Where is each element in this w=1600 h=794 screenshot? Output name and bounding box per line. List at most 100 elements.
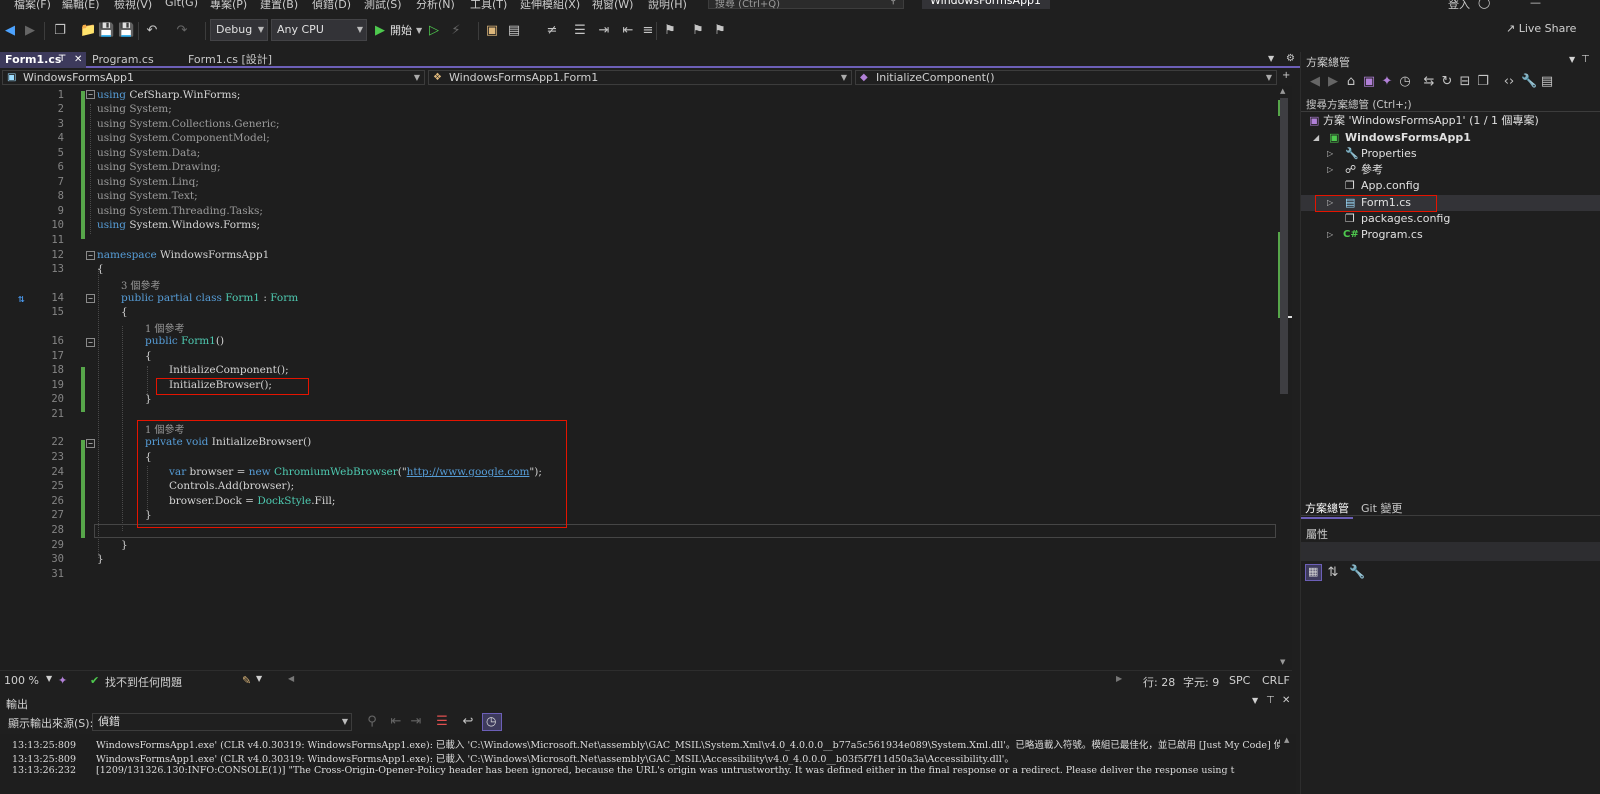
settings-icon[interactable]: ⚙: [1286, 53, 1295, 64]
menu-help[interactable]: 說明(H): [648, 0, 687, 10]
save-all-icon[interactable]: 💾: [118, 23, 134, 39]
menu-tools[interactable]: 工具(T): [470, 0, 507, 10]
code-url-link[interactable]: http://www.google.com: [407, 466, 530, 478]
collapse-all-icon[interactable]: ⊟: [1457, 74, 1473, 90]
tab-form1-cs[interactable]: Form1.cs ⊤ ✕: [0, 52, 86, 68]
scroll-down-icon[interactable]: ▼: [1280, 658, 1285, 666]
menu-git[interactable]: Git(G): [165, 0, 198, 9]
column-indicator[interactable]: 字元: 9: [1183, 674, 1219, 690]
format-icon[interactable]: ≡: [640, 23, 656, 39]
fold-toggle[interactable]: −: [86, 251, 95, 260]
menu-project[interactable]: 專案(P): [210, 0, 247, 10]
solution-search-input[interactable]: 搜尋方案總管 (Ctrl+;): [1301, 94, 1600, 112]
output-scrollbar[interactable]: ▲: [1280, 734, 1296, 794]
save-icon[interactable]: 💾: [98, 23, 114, 39]
tab-overflow-icon[interactable]: ▼: [1268, 54, 1274, 63]
word-wrap-icon[interactable]: ↩: [460, 714, 476, 730]
config-select[interactable]: Debug ▼: [210, 19, 268, 41]
menu-debug[interactable]: 偵錯(D): [312, 0, 351, 10]
tab-program-cs[interactable]: Program.cs: [87, 52, 177, 68]
tab-git-changes[interactable]: Git 變更: [1357, 499, 1406, 517]
start-icon[interactable]: ▶: [372, 23, 388, 39]
chevron-down-icon[interactable]: ▼: [1569, 55, 1575, 64]
view-code-icon[interactable]: ‹›: [1501, 74, 1517, 90]
member-dropdown[interactable]: ◆ InitializeComponent() ▼: [855, 70, 1277, 85]
tree-item-app-config[interactable]: ❐ App.config: [1301, 178, 1600, 194]
open-folder-icon[interactable]: 📁: [80, 23, 96, 39]
chevron-down-icon[interactable]: ▼: [1252, 696, 1258, 705]
comment-icon[interactable]: ☰: [572, 23, 588, 39]
hscroll-left-icon[interactable]: ◀: [288, 674, 294, 683]
close-icon[interactable]: ✕: [74, 52, 82, 67]
fold-toggle[interactable]: −: [86, 338, 95, 347]
categorized-button[interactable]: ▦: [1305, 564, 1322, 581]
sync-icon[interactable]: ⇆: [1421, 74, 1437, 90]
codelens-references[interactable]: 3 個參考: [121, 277, 161, 292]
editor-scrollbar[interactable]: ▲ ▼: [1276, 86, 1292, 670]
close-icon[interactable]: ✕: [1282, 695, 1290, 706]
next-message-icon[interactable]: ⇥: [408, 714, 424, 730]
implementation-icon[interactable]: ⇅: [18, 292, 25, 305]
codelens-references[interactable]: 1 個參考: [145, 421, 185, 436]
undo-icon[interactable]: ↶: [144, 23, 160, 39]
outdent-icon[interactable]: ⇤: [620, 23, 636, 39]
hscroll-right-icon[interactable]: ▶: [1116, 674, 1122, 683]
fold-toggle[interactable]: −: [86, 294, 95, 303]
start-without-debug-icon[interactable]: ▷: [426, 23, 442, 39]
bookmark-icon[interactable]: ⚑: [662, 23, 678, 39]
back-icon[interactable]: ◀: [1307, 74, 1323, 90]
fold-toggle[interactable]: −: [86, 439, 95, 448]
git-icon[interactable]: ✦: [1379, 74, 1395, 90]
expanded-arrow-icon[interactable]: ◢: [1313, 130, 1319, 146]
alphabetical-icon[interactable]: ⇅: [1325, 565, 1341, 581]
issues-status[interactable]: 找不到任何問題: [105, 674, 182, 690]
forward-icon[interactable]: ▶: [1325, 74, 1341, 90]
scroll-up-icon[interactable]: ▲: [1280, 87, 1285, 95]
split-icon[interactable]: +: [1282, 70, 1290, 81]
menu-extensions[interactable]: 延伸模組(X): [520, 0, 580, 10]
switch-views-icon[interactable]: ▣: [1361, 74, 1377, 90]
prev-message-icon[interactable]: ⇤: [388, 714, 404, 730]
login-link[interactable]: 登入: [1448, 0, 1470, 10]
class-dropdown[interactable]: ❖ WindowsFormsApp1.Form1 ▼: [428, 70, 852, 85]
line-ending-indicator[interactable]: CRLF: [1262, 674, 1290, 687]
fold-toggle[interactable]: −: [86, 90, 95, 99]
tree-item-references[interactable]: ▷ ☍ 參考: [1301, 162, 1600, 178]
scroll-up-icon[interactable]: ▲: [1284, 736, 1289, 744]
back-icon[interactable]: ◀: [2, 23, 18, 39]
menu-search-input[interactable]: 搜尋 (Ctrl+Q) ⚲: [708, 0, 904, 10]
tab-form1-designer[interactable]: Form1.cs [設計]: [183, 52, 283, 68]
line-indicator[interactable]: 行: 28: [1143, 674, 1175, 690]
chevron-down-icon[interactable]: ▼: [416, 26, 422, 35]
tree-item-project[interactable]: ◢ ▣ WindowsFormsApp1: [1301, 130, 1600, 146]
tree-item-program-cs[interactable]: ▷ C# Program.cs: [1301, 227, 1600, 243]
pending-changes-icon[interactable]: ◷: [1397, 74, 1413, 90]
menu-window[interactable]: 視窗(W): [592, 0, 633, 10]
chevron-down-icon[interactable]: ▼: [256, 674, 262, 683]
output-text-area[interactable]: 13:13:25:809 WindowsFormsApp1.exe' (CLR …: [0, 734, 1280, 794]
new-project-icon[interactable]: ❐: [52, 23, 68, 39]
spellcheck-icon[interactable]: ≠: [544, 23, 560, 39]
redo-icon[interactable]: ↷: [174, 23, 190, 39]
tab-solution-explorer[interactable]: 方案總管: [1301, 499, 1353, 519]
code-editor[interactable]: 1 2 3 4 5 6 7 8 9 10 11 12 13 14 15 16 17 18 19 20 21 22 23 24 2…: [0, 86, 1292, 670]
minimize-icon[interactable]: —: [1530, 0, 1541, 9]
property-pages-icon[interactable]: 🔧: [1349, 565, 1365, 581]
show-all-files-icon[interactable]: ❐: [1475, 74, 1491, 90]
project-dropdown[interactable]: ▣ WindowsFormsApp1 ▼: [2, 70, 425, 85]
platform-select[interactable]: Any CPU ▼: [271, 19, 367, 41]
layout-icon[interactable]: ▤: [506, 23, 522, 39]
forward-icon[interactable]: ▶: [22, 23, 38, 39]
menu-file[interactable]: 檔案(F): [14, 0, 51, 10]
hot-reload-icon[interactable]: ⚡: [448, 23, 464, 39]
collapsed-arrow-icon[interactable]: ▷: [1327, 146, 1333, 162]
bookmark-prev-icon[interactable]: ⚑: [690, 23, 706, 39]
zoom-level[interactable]: 100 %: [4, 674, 39, 687]
tree-item-packages-config[interactable]: ❐ packages.config: [1301, 211, 1600, 227]
pin-icon[interactable]: ⊤: [1581, 54, 1590, 65]
find-icon[interactable]: ⚲: [364, 714, 380, 730]
menu-analyze[interactable]: 分析(N): [416, 0, 455, 10]
browse-icon[interactable]: ▣: [484, 23, 500, 39]
timestamp-toggle[interactable]: ◷: [482, 713, 502, 731]
live-share-button[interactable]: ↗ Live Share: [1506, 22, 1576, 35]
